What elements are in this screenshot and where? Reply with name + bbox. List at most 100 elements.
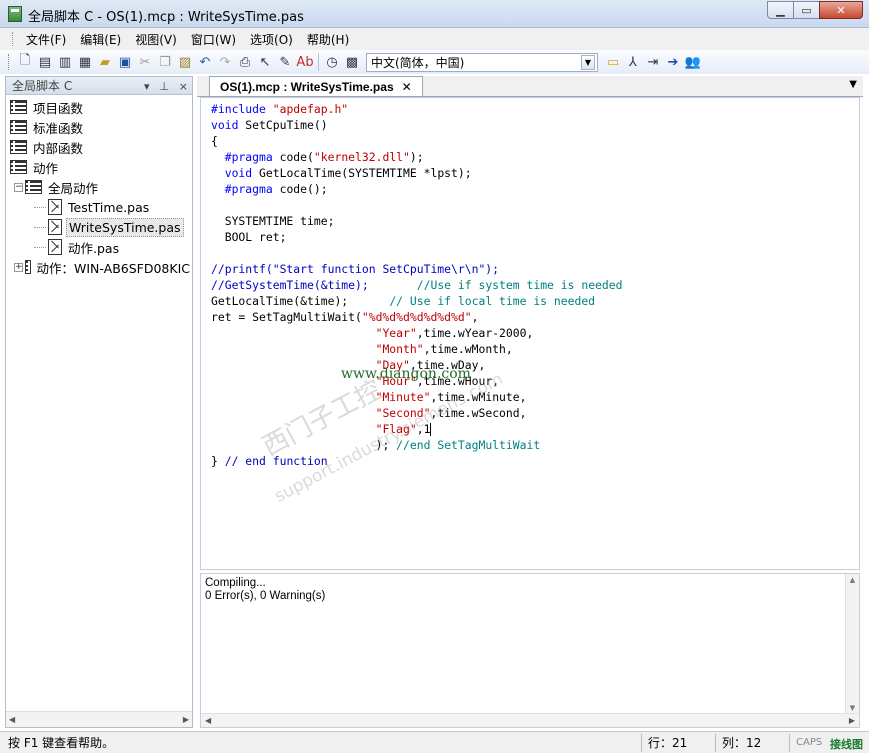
script-file-icon [48,199,62,215]
info-icon[interactable]: ▩ [343,53,361,71]
print-icon[interactable]: ⎙ [236,53,254,71]
menu-grip[interactable] [12,32,15,46]
document-tab-bar: OS(1).mcp : WriteSysTime.pas ✕ ▼ [197,76,863,97]
menu-edit[interactable]: 编辑(E) [75,31,130,48]
window-title: 全局脚本 C - OS(1).mcp : WriteSysTime.pas [28,10,304,25]
code-line: //printf("Start function SetCpuTime\r\n"… [211,262,500,276]
scroll-right-icon[interactable]: ▶ [183,715,189,724]
redo-icon[interactable]: ↷ [216,53,234,71]
tree-line [34,206,46,208]
code-line: "Second",time.wSecond, [375,406,527,420]
script-file-icon [48,239,62,255]
tree-item-label: 动作：WIN-AB6SFD08KIC [36,260,190,276]
menu-file[interactable]: 文件(F) [21,31,75,48]
language-select-value: 中文(简体，中国) [371,55,465,70]
menu-view[interactable]: 视图(V) [130,31,186,48]
save-icon[interactable]: ▣ [116,53,134,71]
tree-item-global-actions[interactable]: − 全局动作 [6,177,192,197]
users-icon[interactable]: 👥 [684,53,702,71]
trigger-icon[interactable]: ◷ [323,53,341,71]
panel-header: 全局脚本 C ▾ ⊥ × [6,77,192,95]
goto-icon[interactable]: ➔ [664,53,682,71]
export-icon[interactable]: ⇥ [644,53,662,71]
new-icon[interactable]: 🗋 [16,53,34,71]
paste-icon[interactable]: ▨ [176,53,194,71]
code-line: SYSTEMTIME time; [211,214,335,228]
output-window[interactable]: Compiling... 0 Error(s), 0 Warning(s) ▲ … [200,573,860,728]
panel-dropdown-icon[interactable]: ▾ [144,80,150,93]
cut-icon[interactable]: ✂ [136,53,154,71]
output-line: 0 Error(s), 0 Warning(s) [205,590,326,602]
output-vertical-scrollbar[interactable]: ▲ ▼ [845,574,859,714]
folder-icon[interactable]: ▭ [604,53,622,71]
tag-icon[interactable]: ⅄ [624,53,642,71]
status-row: 行：21 [641,733,715,752]
toolbar-grip[interactable] [8,54,11,70]
language-select[interactable]: 中文(简体，中国) ▼ [366,52,598,72]
tree-item-label: 动作 [33,160,59,176]
compile-icon[interactable]: ✎ [276,53,294,71]
status-bar: 按 F1 键查看帮助。 行：21 列：12 CAPS 接线图 [0,731,869,753]
menu-window[interactable]: 窗口(W) [186,31,245,48]
tree-item-local-actions[interactable]: + 动作：WIN-AB6SFD08KIC [6,257,192,277]
tab-write-sys-time[interactable]: OS(1).mcp : WriteSysTime.pas ✕ [209,76,423,96]
compile-all-icon[interactable]: Ab [296,53,314,71]
title-bar: 全局脚本 C - OS(1).mcp : WriteSysTime.pas ▁ … [0,0,869,28]
chevron-down-icon[interactable]: ▼ [581,54,595,70]
tree-item-label: 全局动作 [48,180,99,196]
scroll-down-icon[interactable]: ▼ [850,704,855,712]
menu-help[interactable]: 帮助(H) [302,31,358,48]
panel-horizontal-scrollbar[interactable]: ◀ ▶ [6,711,192,727]
undo-icon[interactable]: ↶ [196,53,214,71]
tab-list-dropdown-icon[interactable]: ▼ [849,79,857,90]
close-button[interactable]: ✕ [819,1,863,19]
code-editor[interactable]: #include "apdefap.h" void SetCpuTime() {… [200,97,860,570]
code-line: GetLocalTime(&time); // Use if local tim… [211,294,596,308]
scroll-up-icon[interactable]: ▲ [850,576,855,584]
open-icon[interactable]: ▰ [96,53,114,71]
new-function-icon[interactable]: ▤ [36,53,54,71]
collapse-icon[interactable]: − [14,182,23,192]
tree-view: 项目函数 标准函数 内部函数 动作 − 全局动作 TestTime.pas Wr… [6,95,192,277]
tree-item-internal-functions[interactable]: 内部函数 [6,137,192,157]
help-cursor-icon[interactable]: ↖ [256,53,274,71]
scroll-left-icon[interactable]: ◀ [205,716,211,725]
tree-line [34,246,46,248]
site-logo: 接线图 [830,738,863,751]
maximize-button[interactable]: ▭ [793,1,819,19]
import-icon[interactable]: ▦ [76,53,94,71]
menu-options[interactable]: 选项(O) [245,31,302,48]
code-line: void GetLocalTime(SYSTEMTIME *lpst); [224,166,472,180]
code-line: "Year",time.wYear-2000, [375,326,534,340]
panel-close-icon[interactable]: × [179,80,188,93]
output-horizontal-scrollbar[interactable]: ◀ ▶ [201,713,859,727]
tree-item-actions[interactable]: 动作 [6,157,192,177]
code-line: { [211,134,218,148]
tree-item-standard-functions[interactable]: 标准函数 [6,117,192,137]
tree-item-project-functions[interactable]: 项目函数 [6,97,192,117]
tree-item-label: 内部函数 [33,140,84,156]
code-line: "Minute",time.wMinute, [375,390,527,404]
scroll-left-icon[interactable]: ◀ [9,715,15,724]
tab-label: OS(1).mcp : WriteSysTime.pas [220,79,394,94]
minimize-button[interactable]: ▁ [767,1,793,19]
new-action-icon[interactable]: ▥ [56,53,74,71]
pin-icon[interactable]: ⊥ [159,80,169,93]
tree-item-label: 动作.pas [68,240,120,256]
scroll-right-icon[interactable]: ▶ [849,716,855,725]
output-line: Compiling... [205,577,266,589]
close-tab-icon[interactable]: ✕ [402,80,412,94]
toolbar: 🗋 ▤ ▥ ▦ ▰ ▣ ✂ ❐ ▨ ↶ ↷ ⎙ ↖ ✎ Ab ◷ ▩ 中文(简体… [0,50,869,74]
code-line: ret = SetTagMultiWait("%d%d%d%d%d%d%d", [211,310,479,324]
tree-item-file-selected[interactable]: WriteSysTime.pas [6,217,192,237]
code-line: void SetCpuTime() [211,118,328,132]
copy-icon[interactable]: ❐ [156,53,174,71]
code-line: "Day",time.wDay, [375,358,486,372]
code-line: //GetSystemTime(&time); //Use if system … [211,278,623,292]
tree-item-file[interactable]: 动作.pas [6,237,192,257]
app-icon [8,6,22,22]
expand-icon[interactable]: + [14,262,23,272]
action-list-icon [25,260,31,274]
tree-item-file[interactable]: TestTime.pas [6,197,192,217]
